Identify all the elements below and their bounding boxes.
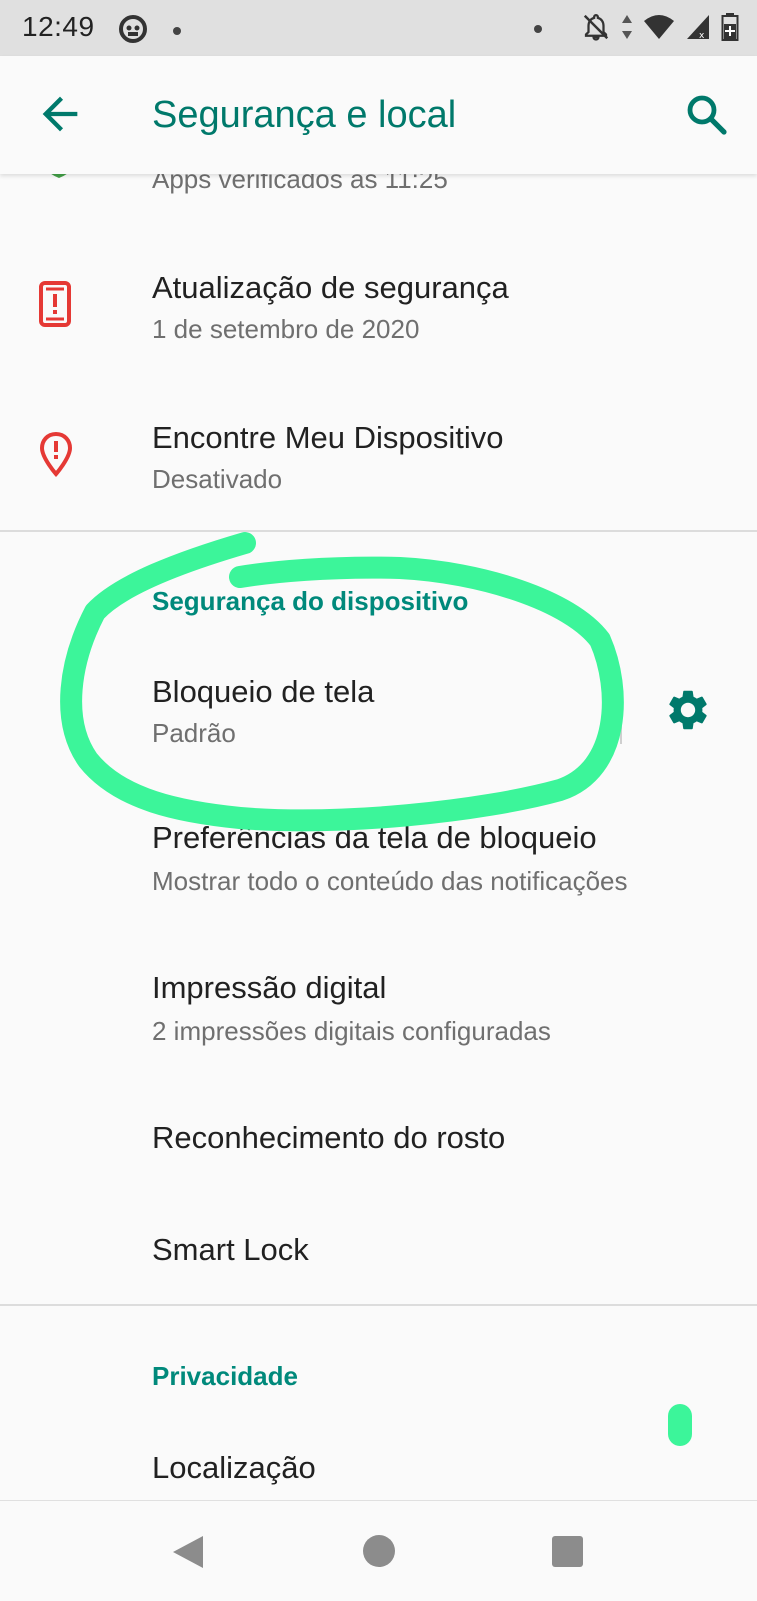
status-time: 12:49 (22, 11, 95, 42)
notifications-off-icon (581, 12, 611, 47)
section-header-device-security: Segurança do dispositivo (152, 586, 469, 616)
navigation-bar (0, 1500, 757, 1601)
back-button[interactable] (34, 88, 86, 140)
settings-row-subtitle: 2 impressões digitais configuradas (152, 1016, 551, 1046)
settings-row-location[interactable]: Localização (0, 1424, 757, 1500)
settings-row-title: Bloqueio de tela (152, 674, 375, 709)
nav-back-button[interactable] (170, 1533, 206, 1571)
nav-home-button[interactable] (363, 1535, 395, 1567)
gear-icon (669, 690, 707, 730)
status-right-icons: x (533, 12, 739, 47)
phone-alert-icon (38, 280, 80, 328)
settings-row-fingerprint[interactable]: Impressão digital 2 impressões digitais … (0, 946, 757, 1086)
row-separator (620, 684, 622, 744)
settings-row-title: Encontre Meu Dispositivo (152, 420, 504, 455)
settings-row-face-recognition[interactable]: Reconhecimento do rosto (0, 1096, 757, 1206)
search-icon (687, 95, 727, 135)
settings-row-find-device[interactable]: Encontre Meu Dispositivo Desativado (0, 386, 757, 526)
shield-check-icon (38, 174, 80, 182)
dot-icon (533, 21, 543, 39)
settings-row-subtitle: Mostrar todo o conteúdo das notificações (152, 866, 628, 896)
settings-row-lock-screen-preferences[interactable]: Preferências da tela de bloqueio Mostrar… (0, 796, 757, 936)
status-left-icons (118, 14, 182, 49)
search-button[interactable] (682, 90, 730, 138)
location-alert-icon (38, 430, 80, 478)
settings-row-security-update[interactable]: Atualização de segurança 1 de setembro d… (0, 236, 757, 376)
screen-lock-settings-button[interactable] (664, 686, 712, 734)
data-arrows-icon (621, 13, 633, 46)
nav-recents-button[interactable] (552, 1536, 583, 1567)
page-title: Segurança e local (152, 94, 457, 136)
app-bar: Segurança e local (0, 56, 757, 174)
nav-back-icon (173, 1536, 203, 1568)
settings-row-subtitle: 1 de setembro de 2020 (152, 314, 420, 344)
face-notification-icon (118, 14, 148, 49)
settings-row-subtitle: Padrão (152, 718, 236, 748)
settings-list[interactable]: Apps verificados às 11:25 Atualização de… (0, 174, 757, 1500)
dot-icon (172, 23, 182, 41)
settings-row-title: Reconhecimento do rosto (152, 1120, 506, 1155)
settings-row-verify-apps[interactable]: Apps verificados às 11:25 (0, 174, 757, 206)
settings-row-smart-lock[interactable]: Smart Lock (0, 1206, 757, 1316)
wifi-icon (643, 13, 675, 46)
battery-icon (721, 12, 739, 47)
status-bar: 12:49 x (0, 0, 757, 56)
section-divider (0, 530, 757, 532)
section-header-privacy: Privacidade (152, 1361, 298, 1391)
settings-row-title: Smart Lock (152, 1232, 309, 1267)
settings-row-title: Preferências da tela de bloqueio (152, 820, 597, 855)
arrow-back-icon (42, 96, 78, 132)
settings-row-title: Atualização de segurança (152, 270, 509, 305)
settings-row-title: Localização (152, 1450, 316, 1485)
settings-row-subtitle: Desativado (152, 464, 283, 494)
settings-row-subtitle: Apps verificados às 11:25 (152, 174, 448, 194)
svg-text:x: x (699, 31, 705, 41)
signal-icon: x (685, 13, 711, 46)
settings-row-title: Impressão digital (152, 970, 387, 1005)
section-divider (0, 1304, 757, 1306)
settings-row-screen-lock[interactable]: Bloqueio de tela Padrão (0, 644, 757, 784)
